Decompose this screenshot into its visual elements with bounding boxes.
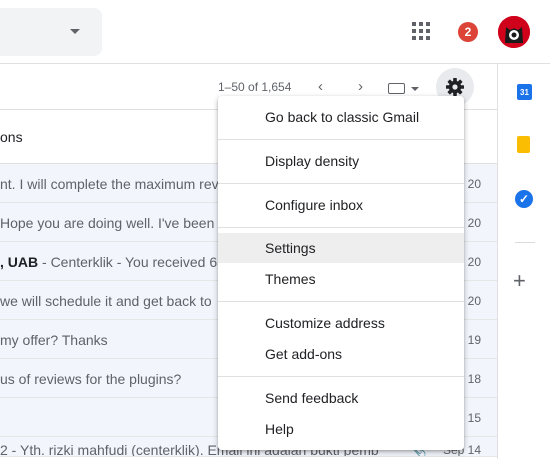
menu-item-label: Help xyxy=(265,421,294,437)
account-avatar[interactable] xyxy=(498,16,530,48)
menu-item-label: Customize address xyxy=(265,315,385,331)
add-addon-icon[interactable]: + xyxy=(513,270,526,292)
menu-item-label: Settings xyxy=(265,240,316,256)
google-apps-icon[interactable] xyxy=(412,22,430,40)
message-snippet: my offer? Thanks xyxy=(0,332,108,348)
menu-item-settings[interactable]: Settings xyxy=(218,233,464,263)
message-date: 20 xyxy=(467,294,481,308)
message-snippet: Hope you are doing well. I've been tr xyxy=(0,215,227,231)
menu-divider xyxy=(218,139,464,140)
menu-item-configure-inbox[interactable]: Configure inbox xyxy=(218,190,464,220)
message-snippet: we will schedule it and get back to xyxy=(0,293,212,309)
tasks-icon[interactable]: ✓ xyxy=(515,190,533,208)
message-date: 18 xyxy=(467,372,481,386)
menu-item-label: Go back to classic Gmail xyxy=(265,109,420,125)
menu-item-send-feedback[interactable]: Send feedback xyxy=(218,383,464,413)
menu-divider xyxy=(218,376,464,377)
search-options-dropdown-icon[interactable] xyxy=(70,29,80,34)
notifications-badge[interactable]: 2 xyxy=(458,22,478,42)
message-date: 20 xyxy=(467,255,481,269)
keyboard-icon[interactable] xyxy=(388,83,405,94)
menu-item-label: Display density xyxy=(265,153,360,169)
menu-item-customize-address[interactable]: Customize address xyxy=(218,308,464,338)
keep-icon[interactable] xyxy=(517,136,530,153)
menu-divider xyxy=(218,183,464,184)
menu-divider xyxy=(218,301,464,302)
menu-divider xyxy=(218,227,464,228)
message-date: 19 xyxy=(467,333,481,347)
menu-item-classic-gmail[interactable]: Go back to classic Gmail xyxy=(218,102,464,132)
input-tools-dropdown-icon[interactable] xyxy=(411,87,419,91)
settings-menu: Go back to classic Gmail Display density… xyxy=(218,96,464,450)
message-date: 20 xyxy=(467,216,481,230)
menu-item-label: Get add-ons xyxy=(265,346,343,362)
menu-item-themes[interactable]: Themes xyxy=(218,264,464,294)
menu-item-help[interactable]: Help xyxy=(218,414,464,444)
search-bar[interactable] xyxy=(0,8,102,56)
avatar-image xyxy=(498,16,530,48)
message-date: 15 xyxy=(467,411,481,425)
side-panel-divider xyxy=(515,242,535,243)
message-date: 20 xyxy=(467,177,481,191)
pagination-text: 1–50 of 1,654 xyxy=(218,80,292,94)
message-snippet: - Centerklik - You received 65, xyxy=(38,254,229,270)
chevron-right-icon[interactable]: › xyxy=(358,79,363,94)
menu-item-label: Configure inbox xyxy=(265,197,364,213)
message-sender: , UAB xyxy=(0,254,39,270)
message-snippet: nt. I will complete the maximum rev xyxy=(0,176,219,192)
menu-item-label: Themes xyxy=(265,271,316,287)
top-header: 2 xyxy=(0,0,550,64)
message-snippet: us of reviews for the plugins? xyxy=(0,371,182,387)
side-panel: 31 ✓ + xyxy=(497,64,550,459)
menu-item-display-density[interactable]: Display density xyxy=(218,146,464,176)
chevron-left-icon[interactable]: ‹ xyxy=(318,79,323,94)
menu-item-get-addons[interactable]: Get add-ons xyxy=(218,339,464,369)
calendar-icon[interactable]: 31 xyxy=(517,84,532,100)
menu-item-label: Send feedback xyxy=(265,390,359,406)
category-label[interactable]: ons xyxy=(0,129,23,145)
